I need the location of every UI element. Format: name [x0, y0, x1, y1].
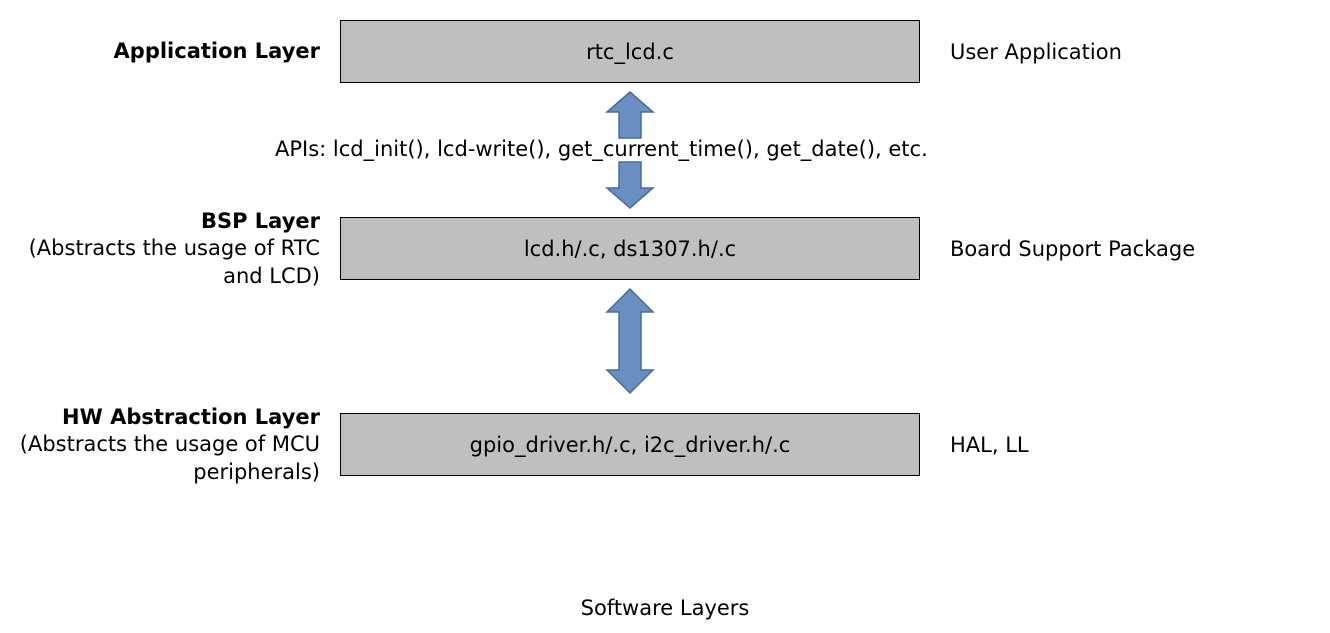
layer-title: Application Layer [0, 38, 320, 65]
layer-left-label-application: Application Layer [0, 38, 340, 65]
layer-left-label-bsp: BSP Layer (Abstracts the usage of RTC an… [0, 208, 340, 290]
arrow-app-to-bsp-top [0, 90, 1330, 140]
layer-title: HW Abstraction Layer [0, 404, 320, 431]
layer-right-text: HAL, LL [950, 433, 1029, 457]
layer-box-text: rtc_lcd.c [586, 40, 674, 64]
layer-right-label-application: User Application [920, 40, 1122, 64]
double-arrow-icon-top [603, 90, 657, 140]
layer-box-hal: gpio_driver.h/.c, i2c_driver.h/.c [340, 413, 920, 476]
double-arrow-icon-bottom [603, 160, 657, 210]
layer-row-hal: HW Abstraction Layer (Abstracts the usag… [0, 404, 1330, 486]
arrow-app-to-bsp-bottom [0, 160, 1330, 210]
layer-title: BSP Layer [0, 208, 320, 235]
layer-right-label-hal: HAL, LL [920, 433, 1029, 457]
api-text: APIs: lcd_init(), lcd-write(), get_curre… [275, 137, 928, 161]
layer-row-bsp: BSP Layer (Abstracts the usage of RTC an… [0, 208, 1330, 290]
api-text-row: APIs: lcd_init(), lcd-write(), get_curre… [0, 137, 1330, 161]
layer-row-application: Application Layer rtc_lcd.c User Applica… [0, 20, 1330, 83]
layer-box-text: gpio_driver.h/.c, i2c_driver.h/.c [470, 433, 791, 457]
layer-box-application: rtc_lcd.c [340, 20, 920, 83]
layer-right-text: User Application [950, 40, 1122, 64]
double-arrow-icon [603, 287, 657, 395]
layer-box-bsp: lcd.h/.c, ds1307.h/.c [340, 217, 920, 280]
layer-subtitle: (Abstracts the usage of MCU peripherals) [0, 431, 320, 486]
layer-box-text: lcd.h/.c, ds1307.h/.c [524, 237, 736, 261]
diagram-caption: Software Layers [0, 596, 1330, 620]
layer-right-text: Board Support Package [950, 237, 1195, 261]
layer-left-label-hal: HW Abstraction Layer (Abstracts the usag… [0, 404, 340, 486]
layer-right-label-bsp: Board Support Package [920, 237, 1195, 261]
layer-subtitle: (Abstracts the usage of RTC and LCD) [0, 235, 320, 290]
arrow-bsp-to-hal [0, 287, 1330, 395]
